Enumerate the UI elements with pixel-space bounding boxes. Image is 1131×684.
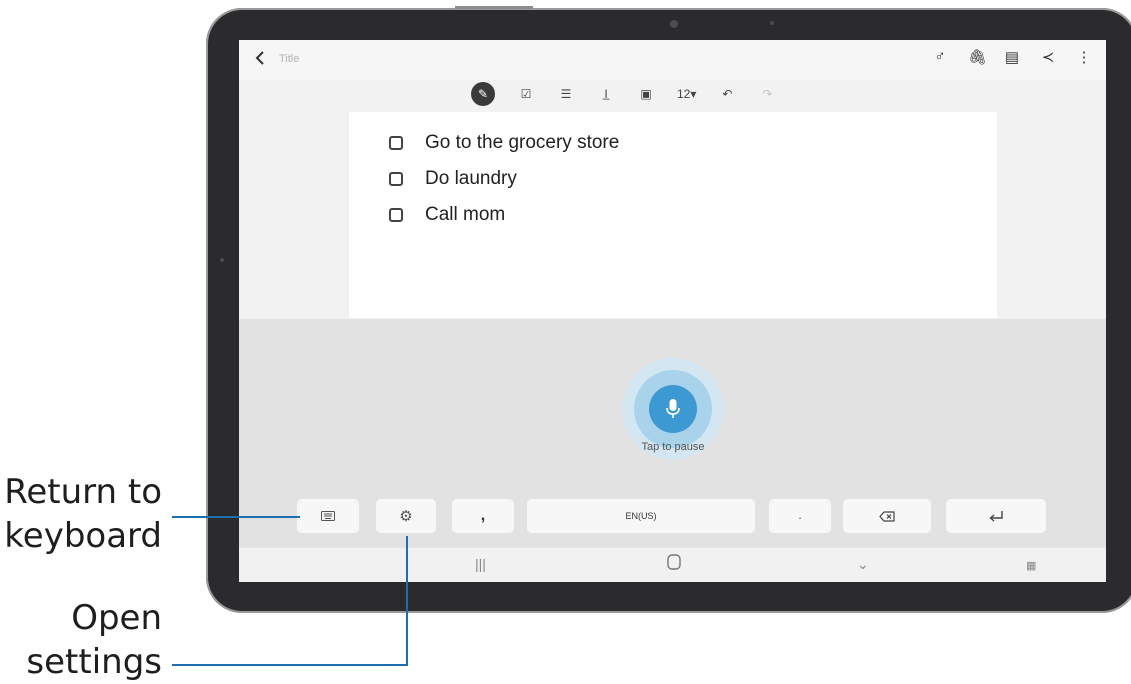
period-key[interactable]: . [769, 499, 831, 533]
voice-status: Tap to pause [641, 441, 705, 453]
app-header: Title ♂ 🖇 ▤ ≺ ⋮ [239, 40, 1106, 80]
comma-key[interactable]: , [452, 499, 514, 533]
callout-line1: Open [71, 598, 162, 638]
callout-line2: keyboard [4, 516, 162, 556]
top-actions: ♂ 🖇 ▤ ≺ ⋮ [932, 48, 1092, 66]
handwriting-icon[interactable]: ✎ [471, 82, 495, 106]
checklist-item: Go to the grocery store [389, 132, 619, 154]
more-icon[interactable]: ⋮ [1076, 48, 1092, 66]
settings-gear-icon: ⚙ [399, 508, 413, 525]
undo-icon[interactable]: ↶ [718, 87, 736, 101]
pen-mode-icon[interactable]: ♂ [932, 48, 948, 66]
side-sensor [220, 258, 224, 262]
recents-icon[interactable]: ||| [475, 556, 486, 572]
comma-key-label: , [480, 507, 486, 524]
checklist-item: Call mom [389, 204, 505, 226]
back-icon[interactable] [255, 49, 265, 70]
language-key-label: EN(US) [625, 511, 657, 521]
format-toolbar: ✎ ☑ ☰ I̲ ▣ 12▾ ↶ ↷ [471, 82, 776, 106]
checkbox-icon[interactable]: ☑ [517, 87, 535, 101]
callout-line-open-settings-horizontal [172, 664, 408, 666]
checklist-item-text[interactable]: Go to the grocery store [425, 132, 619, 154]
microphone-icon [666, 399, 680, 418]
microphone-button[interactable] [649, 385, 697, 433]
attachment-icon[interactable]: 🖇 [968, 48, 987, 66]
share-icon[interactable]: ≺ [1040, 48, 1056, 66]
tablet-top-button [455, 6, 533, 9]
checklist-item-text[interactable]: Do laundry [425, 168, 517, 190]
callout-line2: settings [26, 642, 162, 682]
period-key-label: . [798, 510, 802, 522]
keyboard-icon [321, 511, 335, 521]
text-box-icon[interactable]: ▣ [637, 87, 655, 101]
tablet-screen: Title ♂ 🖇 ▤ ≺ ⋮ ✎ ☑ ☰ I̲ ▣ 12▾ ↶ ↷ Go to… [239, 40, 1106, 582]
note-title[interactable]: Title [279, 53, 299, 65]
home-icon[interactable] [667, 554, 681, 573]
callout-open-settings: Open settings [0, 596, 162, 684]
redo-icon[interactable]: ↷ [758, 87, 776, 101]
checklist-item: Do laundry [389, 168, 517, 190]
enter-icon [989, 510, 1003, 522]
backspace-key[interactable] [843, 499, 931, 533]
language-key[interactable]: EN(US) [527, 499, 755, 533]
settings-button[interactable]: ⚙ [376, 499, 436, 533]
callout-line1: Return to [4, 472, 162, 512]
text-style-icon[interactable]: ☰ [557, 87, 575, 101]
note-body[interactable]: Go to the grocery store Do laundry Call … [349, 112, 997, 318]
checkbox-icon[interactable] [389, 136, 403, 150]
sensor [770, 21, 774, 25]
return-to-keyboard-button[interactable] [297, 499, 359, 533]
callout-return-to-keyboard: Return to keyboard [0, 470, 162, 558]
enter-key[interactable] [946, 499, 1046, 533]
backspace-icon [879, 510, 895, 522]
checkbox-icon[interactable] [389, 172, 403, 186]
front-camera [670, 20, 678, 28]
system-nav-bar: ||| ⌄ ▦ [239, 547, 1106, 582]
template-icon[interactable]: ▤ [1004, 48, 1020, 66]
hide-keyboard-icon[interactable]: ⌄ [857, 556, 869, 573]
callout-line-open-settings-vertical [406, 536, 408, 666]
checklist-item-text[interactable]: Call mom [425, 204, 505, 226]
text-format-icon[interactable]: I̲ [597, 87, 615, 101]
checkbox-icon[interactable] [389, 208, 403, 222]
keyboard-switch-icon[interactable]: ▦ [1026, 559, 1036, 572]
voice-input-panel: Tap to pause ⚙ , EN(US) . [239, 319, 1106, 547]
font-size-selector[interactable]: 12▾ [677, 87, 696, 101]
callout-line-return-to-keyboard [172, 516, 300, 518]
